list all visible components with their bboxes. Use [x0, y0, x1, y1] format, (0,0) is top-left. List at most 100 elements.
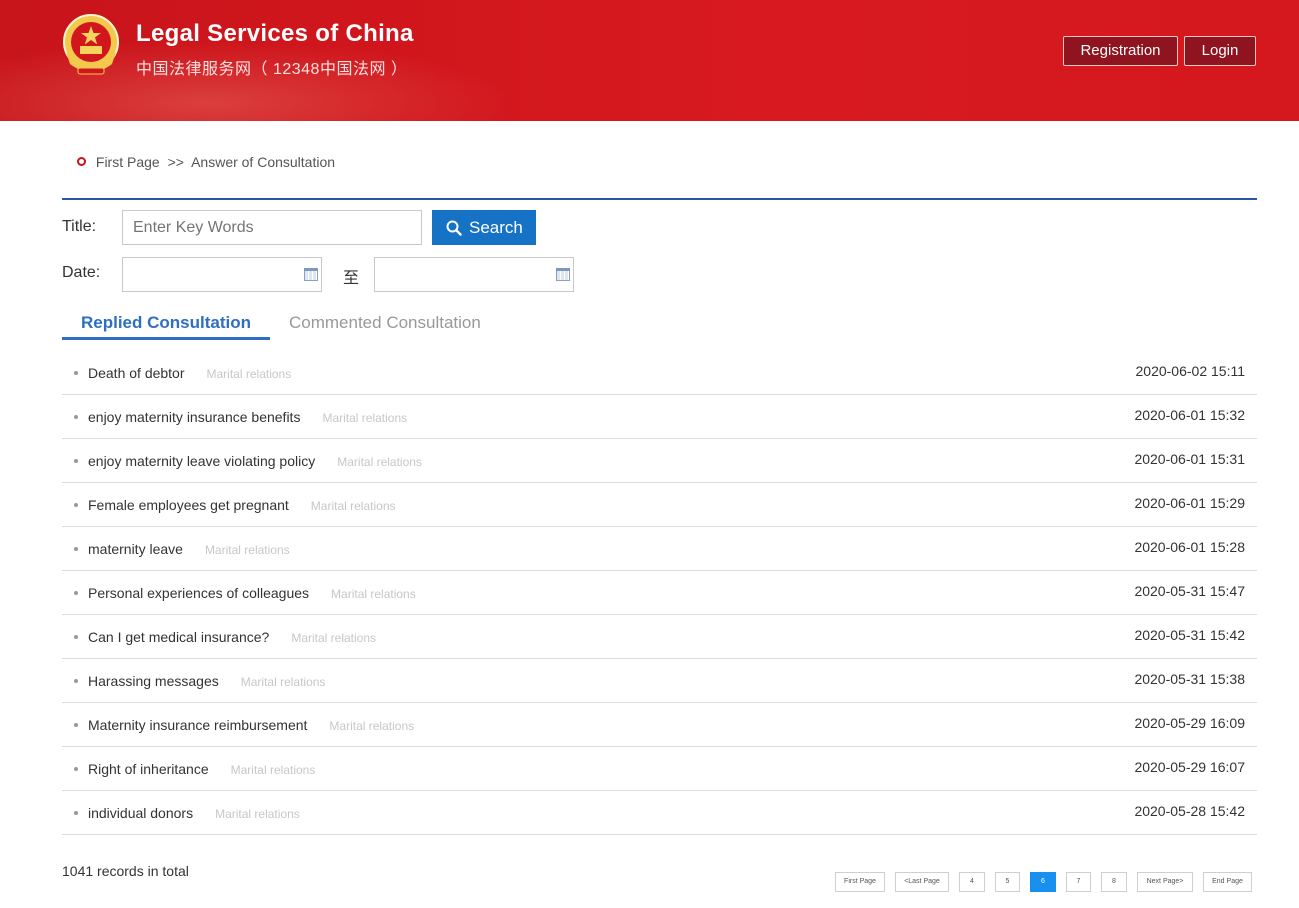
consultation-title[interactable]: Maternity insurance reimbursement	[88, 717, 307, 733]
consultation-title-link[interactable]: enjoy maternity leave violating policy Ma…	[88, 453, 422, 469]
consultation-title-link[interactable]: Can I get medical insurance? Marital rela…	[88, 629, 376, 645]
bullet-icon	[74, 679, 78, 683]
consultation-date: 2020-06-01 15:32	[1134, 407, 1245, 423]
consultation-date: 2020-05-31 15:38	[1134, 671, 1245, 687]
breadcrumb-current: Answer of Consultation	[191, 154, 336, 170]
bullet-icon	[74, 459, 78, 463]
consultation-date: 2020-06-01 15:28	[1134, 539, 1245, 555]
consultation-category: Marital relations	[230, 763, 316, 777]
section-divider	[62, 198, 1257, 200]
consultation-date: 2020-05-31 15:47	[1134, 583, 1245, 599]
list-item[interactable]: maternity leave Marital relations 2020-06-…	[62, 527, 1257, 571]
list-item[interactable]: individual donors Marital relations 2020-0…	[62, 791, 1257, 835]
pagination-prev-button[interactable]: <Last Page	[895, 872, 949, 892]
list-item[interactable]: Female employees get pregnant Marital rel…	[62, 483, 1257, 527]
consultation-date: 2020-06-01 15:31	[1134, 451, 1245, 467]
consultation-list: Death of debtor Marital relations 2020-06-…	[62, 351, 1257, 835]
consultation-category: Marital relations	[240, 675, 326, 689]
list-item[interactable]: Can I get medical insurance? Marital rela…	[62, 615, 1257, 659]
consultation-title-link[interactable]: Harassing messages Marital relations	[88, 673, 325, 689]
consultation-title[interactable]: Death of debtor	[88, 365, 185, 381]
breadcrumb-home-link[interactable]: First Page	[96, 154, 160, 170]
consultation-title-link[interactable]: Maternity insurance reimbursement Marital…	[88, 717, 414, 733]
consultation-title[interactable]: individual donors	[88, 805, 193, 821]
consultation-date: 2020-05-29 16:07	[1134, 759, 1245, 775]
list-item[interactable]: Harassing messages Marital relations 2020-…	[62, 659, 1257, 703]
pagination-page-7[interactable]: 7	[1066, 872, 1091, 892]
bullet-icon	[74, 415, 78, 419]
consultation-category: Marital relations	[291, 631, 377, 645]
consultation-title[interactable]: enjoy maternity insurance benefits	[88, 409, 300, 425]
bullet-icon	[74, 723, 78, 727]
bullet-icon	[74, 371, 78, 375]
consultation-category: Marital relations	[331, 587, 416, 601]
pagination-last-button[interactable]: End Page	[1203, 872, 1252, 892]
consultation-title-link[interactable]: enjoy maternity insurance benefits Marita…	[88, 409, 407, 425]
consultation-title-link[interactable]: Right of inheritance Marital relations	[88, 761, 315, 777]
calendar-icon[interactable]	[556, 268, 570, 281]
bullet-icon	[74, 635, 78, 639]
consultation-date: 2020-05-29 16:09	[1134, 715, 1245, 731]
breadcrumb-separator: >>	[167, 154, 184, 170]
list-item[interactable]: Death of debtor Marital relations 2020-06-…	[62, 351, 1257, 395]
site-header: Legal Services of China 中国法律服务网（ 12348中国…	[0, 0, 1299, 121]
pagination-page-4[interactable]: 4	[959, 872, 985, 892]
national-emblem-icon	[63, 14, 119, 75]
breadcrumb-bullet-icon	[77, 157, 86, 166]
bullet-icon	[74, 503, 78, 507]
active-tab-indicator	[62, 337, 270, 340]
consultation-category: Marital relations	[206, 367, 292, 381]
site-subtitle: 中国法律服务网（ 12348中国法网 ）	[136, 61, 408, 78]
bullet-icon	[74, 547, 78, 551]
list-item[interactable]: enjoy maternity leave violating policy Ma…	[62, 439, 1257, 483]
consultation-category: Marital relations	[337, 455, 422, 469]
pagination-page-6-current[interactable]: 6	[1030, 872, 1056, 892]
site-title: Legal Services of China	[136, 20, 414, 47]
consultation-title-link[interactable]: Death of debtor Marital relations	[88, 365, 291, 381]
consultation-title[interactable]: Can I get medical insurance?	[88, 629, 269, 645]
consultation-title[interactable]: Personal experiences of colleagues	[88, 585, 309, 601]
consultation-title-link[interactable]: Personal experiences of colleagues Marita…	[88, 585, 416, 601]
consultation-title-link[interactable]: Female employees get pregnant Marital rel…	[88, 497, 396, 513]
consultation-title[interactable]: Harassing messages	[88, 673, 219, 689]
bullet-icon	[74, 767, 78, 771]
calendar-icon[interactable]	[304, 268, 318, 281]
date-label: Date:	[62, 264, 101, 281]
consultation-title-link[interactable]: individual donors Marital relations	[88, 805, 300, 821]
total-records: 1041 records in total	[62, 863, 189, 879]
list-item[interactable]: enjoy maternity insurance benefits Marita…	[62, 395, 1257, 439]
consultation-category: Marital relations	[215, 807, 300, 821]
consultation-date: 2020-05-28 15:42	[1134, 803, 1245, 819]
consultation-category: Marital relations	[310, 499, 396, 513]
bullet-icon	[74, 811, 78, 815]
keyword-search-input[interactable]	[122, 210, 422, 245]
consultation-title[interactable]: enjoy maternity leave violating policy	[88, 453, 315, 469]
pagination-first-button[interactable]: First Page	[835, 872, 885, 892]
search-button[interactable]: Search	[432, 210, 536, 245]
list-item[interactable]: Right of inheritance Marital relations 202…	[62, 747, 1257, 791]
start-date-input[interactable]	[122, 257, 322, 292]
consultation-title[interactable]: Female employees get pregnant	[88, 497, 289, 513]
consultation-category: Marital relations	[322, 411, 408, 425]
end-date-input[interactable]	[374, 257, 574, 292]
consultation-title[interactable]: Right of inheritance	[88, 761, 209, 777]
consultation-category: Marital relations	[204, 543, 290, 557]
consultation-date: 2020-06-02 15:11	[1135, 363, 1246, 379]
consultation-title[interactable]: maternity leave	[88, 541, 183, 557]
pagination-next-button[interactable]: Next Page>	[1137, 872, 1193, 892]
pagination-page-8[interactable]: 8	[1101, 872, 1127, 892]
consultation-title-link[interactable]: maternity leave Marital relations	[88, 541, 290, 557]
registration-button[interactable]: Registration	[1063, 36, 1178, 66]
bullet-icon	[74, 591, 78, 595]
list-item[interactable]: Maternity insurance reimbursement Marital…	[62, 703, 1257, 747]
consultation-date: 2020-05-31 15:42	[1134, 627, 1245, 643]
login-button[interactable]: Login	[1184, 36, 1256, 66]
consultation-category: Marital relations	[329, 719, 415, 733]
date-range-separator: 至	[343, 270, 360, 287]
breadcrumb: First Page >> Answer of Consultation	[77, 154, 335, 170]
tab-commented-consultation[interactable]: Commented Consultation	[289, 313, 481, 333]
title-label: Title:	[62, 218, 97, 235]
search-icon	[446, 220, 462, 236]
list-item[interactable]: Personal experiences of colleagues Marita…	[62, 571, 1257, 615]
pagination-page-5[interactable]: 5	[995, 872, 1020, 892]
